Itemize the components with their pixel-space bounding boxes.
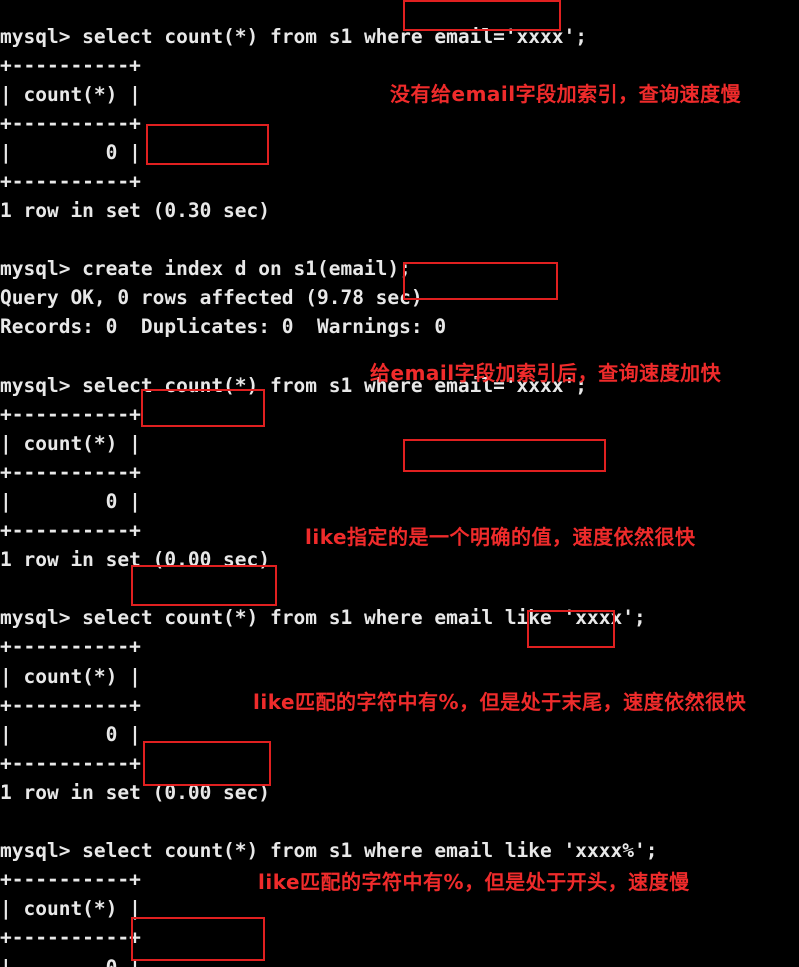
terminal-line: +----------+ xyxy=(0,635,141,659)
terminal-line: mysql> select count(*) from s1 where ema… xyxy=(0,24,587,48)
terminal-line: mysql> select count(*) from s1 where ema… xyxy=(0,606,646,630)
terminal-line: +----------+ xyxy=(0,402,141,426)
terminal-line: | count(*) | xyxy=(0,897,141,921)
annotation-caption-2: 给email字段加索引后，查询速度加快 xyxy=(370,361,722,385)
terminal-line: | count(*) | xyxy=(0,431,141,455)
annotation-caption-3: like指定的是一个明确的值，速度依然很快 xyxy=(305,525,696,549)
terminal-line: +----------+ xyxy=(0,111,141,135)
terminal-line: +----------+ xyxy=(0,53,141,77)
terminal-line: +----------+ xyxy=(0,751,141,775)
terminal-line: mysql> create index d on s1(email); xyxy=(0,257,411,281)
terminal-line: mysql> select count(*) from s1 where ema… xyxy=(0,839,658,863)
terminal-line: +----------+ xyxy=(0,169,141,193)
terminal-line: Query OK, 0 rows affected (9.78 sec) xyxy=(0,286,423,310)
annotation-caption-1: 没有给email字段加索引，查询速度慢 xyxy=(390,82,742,106)
terminal-line: 1 row in set (0.30 sec) xyxy=(0,199,271,223)
terminal-line: | 0 | xyxy=(0,140,141,164)
annotation-caption-5: like匹配的字符中有%，但是处于开头，速度慢 xyxy=(258,870,690,894)
terminal-line: +----------+ xyxy=(0,460,141,484)
terminal-line: | 0 | xyxy=(0,490,141,513)
terminal-screenshot: mysql> select count(*) from s1 where ema… xyxy=(0,0,799,967)
terminal-line: 1 row in set (0.00 sec) xyxy=(0,780,271,804)
terminal-line: Records: 0 Duplicates: 0 Warnings: 0 xyxy=(0,315,447,339)
annotation-caption-4: like匹配的字符中有%，但是处于末尾，速度依然很快 xyxy=(253,690,747,714)
terminal-line: +----------+ xyxy=(0,926,141,950)
terminal-line: | 0 | xyxy=(0,722,141,746)
terminal-line: | 0 | xyxy=(0,955,141,967)
mysql-terminal-output[interactable]: mysql> select count(*) from s1 where ema… xyxy=(0,20,799,967)
